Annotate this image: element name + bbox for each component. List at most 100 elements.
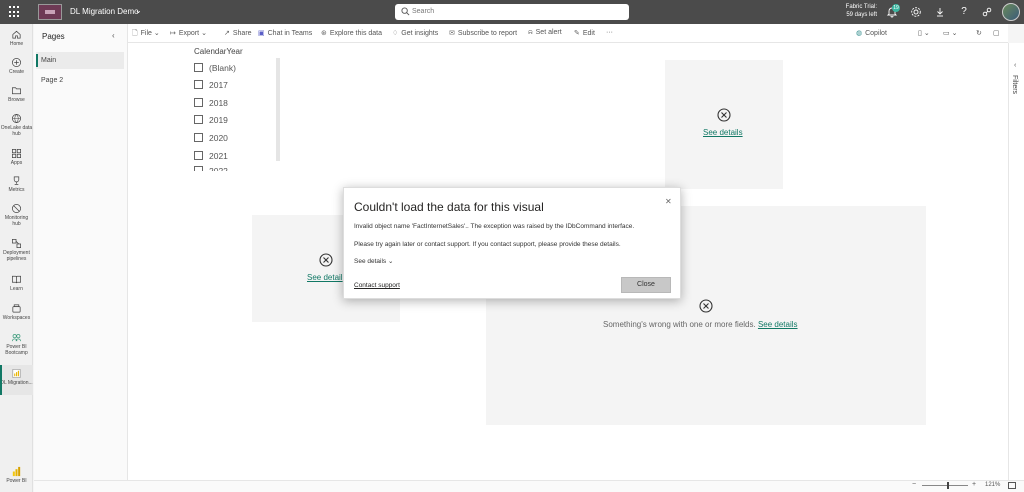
- file-menu[interactable]: 🗋 File ⌄: [132, 29, 160, 40]
- gear-icon[interactable]: [910, 6, 922, 18]
- app-launcher-icon[interactable]: [9, 6, 21, 18]
- comment-button[interactable]: ▢: [993, 29, 1000, 37]
- nav-item-dl-migration[interactable]: DL Migration...: [0, 365, 33, 395]
- see-details-toggle[interactable]: See details ⌄: [354, 257, 393, 265]
- pages-pane: Pages ‹ Main Page 2: [34, 24, 128, 492]
- chevron-down-icon: ⌄: [201, 30, 207, 37]
- folder-icon: [12, 87, 21, 95]
- comment-icon: ▢: [993, 30, 1000, 37]
- slicer-scrollbar[interactable]: [276, 58, 280, 161]
- slicer-item[interactable]: 2018: [194, 97, 228, 109]
- bell-icon: ⍾: [528, 29, 533, 36]
- slicer-item[interactable]: 2021: [194, 150, 228, 162]
- left-nav: Home Create Browse OneLake data hub Apps…: [0, 24, 33, 492]
- get-insights-button[interactable]: ♢ Get insights: [392, 29, 438, 37]
- workspace-thumbnail[interactable]: [38, 4, 62, 20]
- contact-support-link[interactable]: Contact support: [354, 282, 400, 289]
- zoom-in-button[interactable]: +: [972, 481, 976, 488]
- nav-item-create[interactable]: Create: [0, 57, 33, 75]
- see-details-link[interactable]: See details: [703, 128, 743, 137]
- filters-label: Filters: [1011, 75, 1018, 95]
- share-button[interactable]: ↗ Share: [224, 29, 252, 37]
- search-box[interactable]: Search: [395, 4, 629, 20]
- copilot-icon: ◍: [856, 30, 863, 37]
- checkbox[interactable]: [194, 98, 203, 107]
- chat-in-teams-button[interactable]: ▣ Chat in Teams: [258, 29, 312, 37]
- close-icon[interactable]: ✕: [665, 197, 672, 206]
- nav-item-deployment[interactable]: Deployment pipelines: [0, 238, 33, 262]
- refresh-button[interactable]: ↻: [976, 29, 982, 37]
- checkbox[interactable]: [194, 80, 203, 89]
- checkbox[interactable]: [194, 166, 203, 171]
- see-details-link[interactable]: See details: [758, 320, 798, 329]
- avatar[interactable]: [1002, 3, 1020, 21]
- error-dialog: Couldn't load the data for this visual ✕…: [343, 187, 681, 299]
- nav-item-workspaces[interactable]: Workspaces: [0, 303, 33, 321]
- checkbox[interactable]: [194, 151, 203, 160]
- file-label: File: [140, 30, 152, 37]
- trial-label: Fabric Trial:: [845, 4, 877, 10]
- chevron-down-icon: ⌄: [951, 30, 958, 37]
- fit-page-icon[interactable]: [1008, 482, 1016, 489]
- alert-label: Set alert: [535, 29, 562, 36]
- share-label: Share: [232, 30, 252, 37]
- view-menu[interactable]: ▭ ⌄: [943, 29, 957, 37]
- nav-item-monitoring[interactable]: Monitoring hub: [0, 203, 33, 227]
- bookmark-icon: ▯: [918, 30, 922, 37]
- nav-item-browse[interactable]: Browse: [0, 85, 33, 103]
- explore-data-button[interactable]: ⊛ Explore this data: [321, 29, 382, 37]
- checkbox[interactable]: [194, 133, 203, 142]
- nav-item-label: Workspaces: [2, 315, 31, 321]
- share-people-icon[interactable]: [981, 6, 993, 18]
- page-tab-page2[interactable]: Page 2: [36, 72, 124, 89]
- nav-item-home[interactable]: Home: [0, 29, 33, 47]
- notification-badge: 19: [892, 4, 900, 12]
- subscribe-label: Subscribe to report: [457, 30, 518, 37]
- download-icon[interactable]: [934, 6, 946, 18]
- trial-status[interactable]: Fabric Trial: 59 days left: [843, 3, 877, 19]
- subscribe-button[interactable]: ✉ Subscribe to report: [449, 29, 517, 37]
- zoom-slider[interactable]: [922, 485, 968, 486]
- report-title[interactable]: DL Migration Demo: [70, 7, 139, 16]
- slicer-item[interactable]: 2017: [194, 79, 228, 91]
- filters-pane[interactable]: ‹ Filters: [1008, 43, 1024, 480]
- chevron-left-icon[interactable]: ‹: [112, 31, 115, 40]
- visual-error-placeholder[interactable]: [665, 60, 783, 189]
- nav-item-onelake[interactable]: OneLake data hub: [0, 113, 33, 137]
- close-button[interactable]: Close: [621, 277, 671, 293]
- more-options-button[interactable]: ···: [606, 29, 613, 36]
- export-menu[interactable]: ↦ Export ⌄: [170, 29, 207, 37]
- checkbox[interactable]: [194, 63, 203, 72]
- share-icon: ↗: [224, 30, 230, 37]
- zoom-slider-thumb[interactable]: [947, 482, 949, 489]
- nav-item-powerbi[interactable]: Power BI: [0, 466, 33, 484]
- monitor-icon: [12, 204, 21, 213]
- slicer-item[interactable]: 2019: [194, 114, 228, 126]
- chevron-down-icon[interactable]: ⌄: [135, 6, 142, 15]
- slicer-item[interactable]: 2020: [194, 132, 228, 144]
- page-tab-main[interactable]: Main: [36, 52, 124, 69]
- see-details-link[interactable]: See detail: [307, 273, 343, 282]
- top-bar: DL Migration Demo ⌄ Search Fabric Trial:…: [0, 0, 1024, 24]
- mail-icon: ✉: [449, 30, 455, 37]
- bookmark-menu[interactable]: ▯ ⌄: [918, 29, 930, 37]
- error-text: Something's wrong with one or more field…: [603, 320, 756, 329]
- nav-item-learn[interactable]: Learn: [0, 274, 33, 292]
- copilot-button[interactable]: ◍ Copilot: [856, 29, 887, 37]
- nav-item-bootcamp[interactable]: Power BI Bootcamp: [0, 332, 33, 356]
- slicer-item[interactable]: 2022: [194, 165, 228, 171]
- chevron-left-icon[interactable]: ‹: [1014, 62, 1016, 69]
- set-alert-button[interactable]: ⍾ Set alert: [528, 29, 562, 37]
- nav-item-label: DL Migration...: [0, 380, 33, 386]
- nav-item-metrics[interactable]: Metrics: [0, 175, 33, 193]
- nav-item-apps[interactable]: Apps: [0, 148, 33, 166]
- zoom-out-button[interactable]: −: [912, 481, 916, 488]
- view-icon: ▭: [943, 30, 950, 37]
- slicer-item-label: 2019: [209, 115, 228, 125]
- edit-button[interactable]: ✎ Edit: [574, 29, 595, 37]
- error-circle-icon: [717, 108, 731, 122]
- help-icon[interactable]: ?: [958, 6, 970, 18]
- trophy-icon: [13, 176, 20, 185]
- checkbox[interactable]: [194, 115, 203, 124]
- slicer-item[interactable]: (Blank): [194, 62, 236, 74]
